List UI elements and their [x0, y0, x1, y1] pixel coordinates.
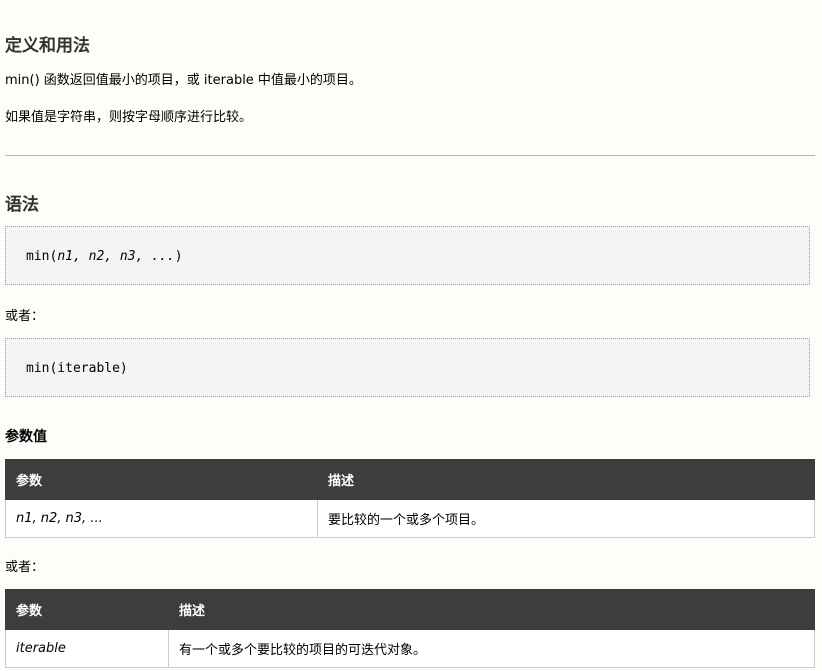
syntax-code-block-1: min(n1, n2, n3, ...) — [5, 226, 810, 285]
table-header-row: 参数 描述 — [5, 589, 815, 630]
col-header-param: 参数 — [5, 589, 169, 630]
syntax-code-2: min(iterable) — [26, 361, 128, 376]
code-args: n1, n2, n3, ... — [57, 249, 175, 264]
syntax-code-1: min(n1, n2, n3, ...) — [26, 249, 183, 264]
col-header-desc: 描述 — [168, 589, 815, 630]
params-title: 参数值 — [5, 429, 47, 445]
col-header-param: 参数 — [5, 459, 318, 500]
divider — [5, 155, 815, 156]
param-desc-cell: 有一个或多个要比较的项目的可迭代对象。 — [168, 629, 815, 668]
table-row: iterable 有一个或多个要比较的项目的可迭代对象。 — [5, 629, 815, 668]
comparison-note: 如果值是字符串，则按字母顺序进行比较。 — [5, 110, 253, 125]
param-desc-cell: 要比较的一个或多个项目。 — [317, 499, 815, 538]
definition-paragraph: min() 函数返回值最小的项目，或 iterable 中值最小的项目。 — [5, 73, 362, 88]
code-close: ) — [174, 249, 183, 264]
table-row: n1, n2, n3, ... 要比较的一个或多个项目。 — [5, 499, 815, 538]
param-name-cell: n1, n2, n3, ... — [5, 499, 318, 538]
code-func: min( — [26, 249, 58, 264]
table-header-row: 参数 描述 — [5, 459, 815, 500]
syntax-code-block-2: min(iterable) — [5, 338, 810, 397]
col-header-desc: 描述 — [317, 459, 815, 500]
params-table-1: 参数 描述 n1, n2, n3, ... 要比较的一个或多个项目。 — [5, 459, 815, 538]
params-table-2: 参数 描述 iterable 有一个或多个要比较的项目的可迭代对象。 — [5, 589, 815, 668]
section-title-definition: 定义和用法 — [5, 36, 90, 56]
or-text-1: 或者： — [5, 309, 45, 324]
param-name-cell: iterable — [5, 629, 169, 668]
or-text-2: 或者： — [5, 560, 45, 575]
section-title-syntax: 语法 — [5, 195, 39, 215]
